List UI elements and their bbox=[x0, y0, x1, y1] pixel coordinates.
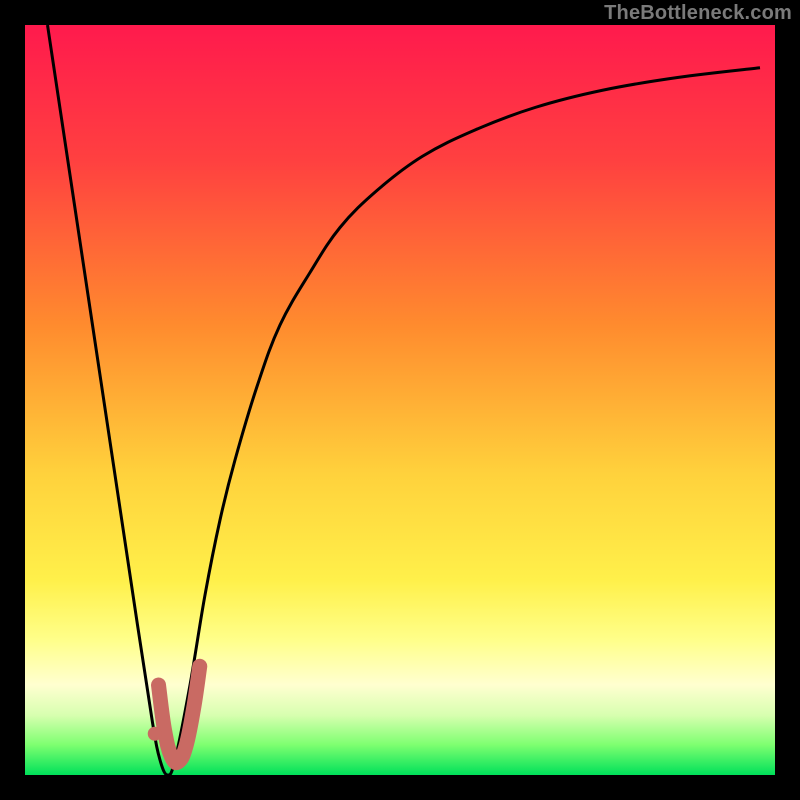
watermark-text: TheBottleneck.com bbox=[604, 2, 792, 25]
sweet-spot-marker bbox=[148, 727, 162, 741]
gradient-background bbox=[25, 25, 775, 775]
plot-area bbox=[25, 25, 775, 775]
plot-svg bbox=[25, 25, 775, 775]
chart-frame: TheBottleneck.com bbox=[0, 0, 800, 800]
